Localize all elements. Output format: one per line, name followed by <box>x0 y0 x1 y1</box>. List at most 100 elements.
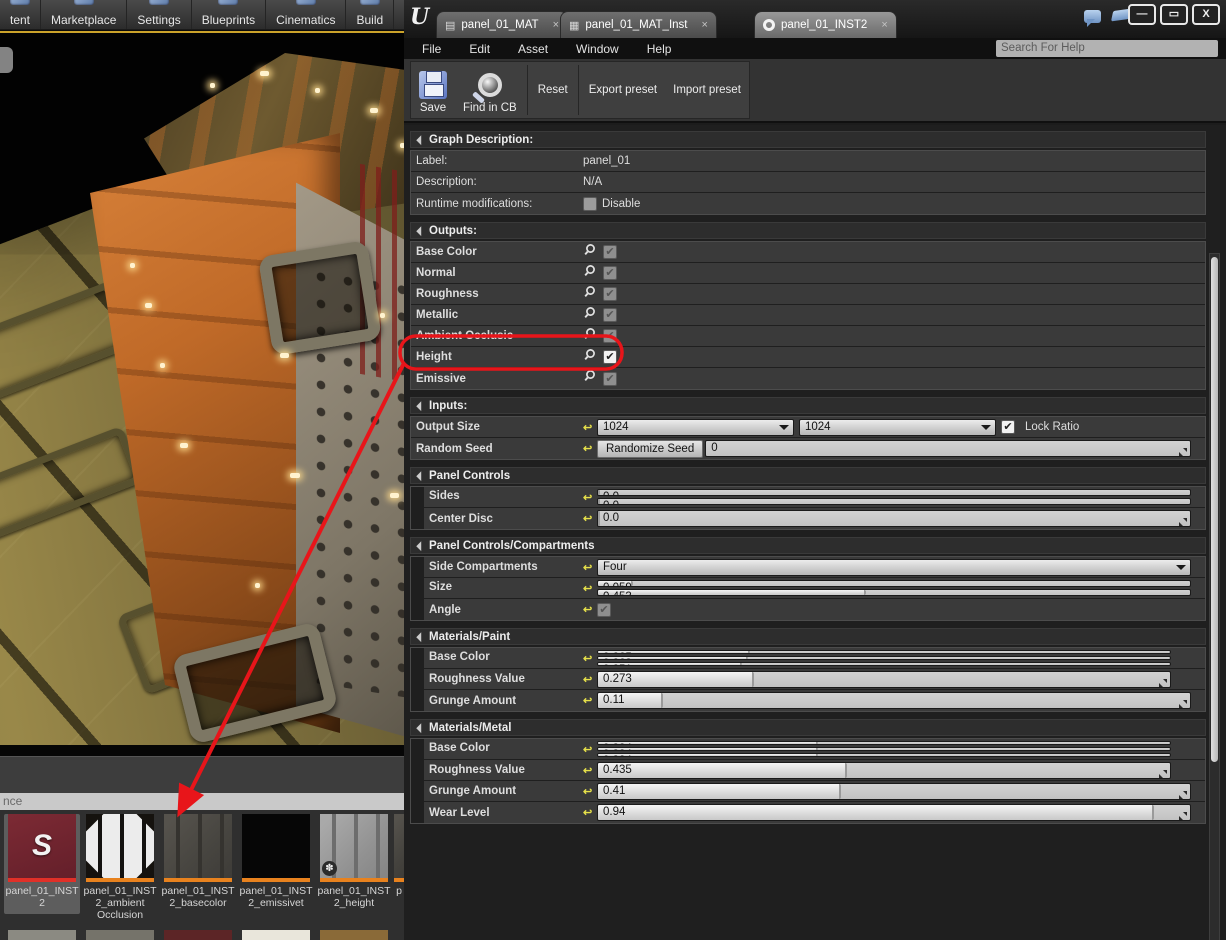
details-scrollbar[interactable] <box>1209 253 1220 940</box>
output-enabled-checkbox[interactable]: ✔ <box>603 329 617 343</box>
reset-to-default-icon[interactable]: ↩ <box>583 603 597 616</box>
scrollbar-thumb[interactable] <box>1211 257 1218 762</box>
reset-to-default-icon[interactable]: ↩ <box>583 582 597 595</box>
find-in-cb-button[interactable]: Find in CB <box>455 62 525 118</box>
viewport-side-tab[interactable] <box>0 47 13 73</box>
metal-basecolor-g-slider[interactable]: 0.384 <box>597 747 1171 751</box>
chevron-down-icon <box>779 425 789 435</box>
asset-tile-partial[interactable]: p <box>394 814 404 897</box>
maximize-button[interactable]: ▭ <box>1160 4 1188 25</box>
output-enabled-checkbox[interactable]: ✔ <box>603 245 617 259</box>
reset-to-default-icon[interactable]: ↩ <box>583 512 597 525</box>
section-header-outputs[interactable]: Outputs: <box>410 222 1206 239</box>
window-titlebar[interactable]: U ▤ panel_01_MAT × ▦ panel_01_MAT_Inst ×… <box>404 0 1226 38</box>
magnifier-icon[interactable] <box>583 327 599 346</box>
output-enabled-checkbox[interactable]: ✔ <box>603 287 617 301</box>
asset-tile-basecolor[interactable]: panel_01_INST 2_basecolor <box>160 814 236 909</box>
randomize-seed-button[interactable]: Randomize Seed <box>597 440 703 458</box>
menu-file[interactable]: File <box>422 42 441 56</box>
paint-grunge-slider[interactable]: 0.11 <box>597 692 1191 709</box>
toolbar-item-cinematics[interactable]: Cinematics <box>266 0 346 29</box>
section-header-inputs[interactable]: Inputs: <box>410 397 1206 414</box>
metal-wear-slider[interactable]: 0.94 <box>597 804 1191 821</box>
asset-tile-emissive[interactable]: panel_01_INST 2_emissivet <box>238 814 314 909</box>
angle-checkbox[interactable]: ✔ <box>597 603 611 617</box>
magnifier-icon[interactable] <box>583 285 599 304</box>
section-header-materials-metal[interactable]: Materials/Metal <box>410 719 1206 736</box>
toolbar-item-settings[interactable]: Settings <box>127 0 191 29</box>
magnifier-icon[interactable] <box>583 264 599 283</box>
menu-window[interactable]: Window <box>576 42 619 56</box>
sides-y-slider[interactable]: 0.0 <box>597 498 1191 505</box>
magnifier-icon[interactable] <box>583 243 599 262</box>
paint-basecolor-b-slider[interactable]: 0.251 <box>597 662 1171 666</box>
paint-roughness-slider[interactable]: 0.273 <box>597 671 1171 688</box>
reset-to-default-icon[interactable]: ↩ <box>583 491 597 504</box>
magnifier-icon[interactable] <box>583 306 599 325</box>
toolbar-item-build[interactable]: Build <box>346 0 394 29</box>
metal-roughness-slider[interactable]: 0.435 <box>597 762 1171 779</box>
tab-panel-01-mat[interactable]: ▤ panel_01_MAT × <box>436 11 568 38</box>
minimize-button[interactable]: — <box>1128 4 1156 25</box>
reset-to-default-icon[interactable]: ↩ <box>583 764 597 777</box>
toolbar-item-blueprints[interactable]: Blueprints <box>192 0 266 29</box>
menu-asset[interactable]: Asset <box>518 42 548 56</box>
paint-basecolor-g-slider[interactable]: 0.263 <box>597 656 1171 660</box>
reset-button[interactable]: Reset <box>530 62 576 118</box>
import-preset-button[interactable]: Import preset <box>665 62 749 118</box>
sides-x-slider[interactable]: 0.0 <box>597 489 1191 496</box>
output-enabled-checkbox[interactable]: ✔ <box>603 266 617 280</box>
toolbar-item-content[interactable]: tent <box>0 0 41 29</box>
output-enabled-checkbox[interactable]: ✔ <box>603 372 617 386</box>
section-header-compartments[interactable]: Panel Controls/Compartments <box>410 537 1206 554</box>
feedback-bubble-icon[interactable] <box>1084 10 1101 23</box>
tab-panel-01-inst2[interactable]: panel_01_INST2 × <box>754 11 897 38</box>
reset-to-default-icon[interactable]: ↩ <box>583 785 597 798</box>
reset-to-default-icon[interactable]: ↩ <box>583 442 597 455</box>
reset-to-default-icon[interactable]: ↩ <box>583 652 597 665</box>
reset-to-default-icon[interactable]: ↩ <box>583 743 597 756</box>
output-size-x-dropdown[interactable]: 1024 <box>597 419 794 436</box>
section-header-graph-description[interactable]: Graph Description: <box>410 131 1206 148</box>
content-browser-path-bar[interactable]: nce <box>0 793 404 810</box>
menu-edit[interactable]: Edit <box>469 42 490 56</box>
section-header-materials-paint[interactable]: Materials/Paint <box>410 628 1206 645</box>
asset-tile-instance[interactable]: S panel_01_INST 2 <box>4 814 80 914</box>
search-input[interactable]: Search For Help <box>996 40 1218 57</box>
metal-basecolor-b-slider[interactable]: 0.384 <box>597 753 1171 757</box>
reset-to-default-icon[interactable]: ↩ <box>583 806 597 819</box>
height-output-checkbox[interactable]: ✔ <box>603 350 617 364</box>
asset-tile-ambient-occlusion[interactable]: panel_01_INST 2_ambient Occlusion <box>82 814 158 921</box>
paint-basecolor-r-slider[interactable]: 0.265 <box>597 650 1171 654</box>
reset-to-default-icon[interactable]: ↩ <box>583 421 597 434</box>
reset-to-default-icon[interactable]: ↩ <box>583 561 597 574</box>
metal-basecolor-r-slider[interactable]: 0.384 <box>597 741 1171 745</box>
size-y-slider[interactable]: 0.453 <box>597 589 1191 596</box>
seed-value-field[interactable]: 0 <box>705 440 1191 457</box>
close-icon[interactable]: × <box>553 19 559 31</box>
export-preset-button[interactable]: Export preset <box>581 62 665 118</box>
close-button[interactable]: X <box>1192 4 1220 25</box>
reset-to-default-icon[interactable]: ↩ <box>583 694 597 707</box>
reset-to-default-icon[interactable]: ↩ <box>583 673 597 686</box>
side-compartments-dropdown[interactable]: Four <box>597 559 1191 576</box>
disable-checkbox[interactable] <box>583 197 597 211</box>
center-disc-slider[interactable]: 0.0 <box>597 510 1191 527</box>
menu-help[interactable]: Help <box>647 42 672 56</box>
magnifier-icon[interactable] <box>583 348 599 367</box>
close-icon[interactable]: × <box>881 19 887 31</box>
3d-viewport[interactable] <box>0 33 404 745</box>
metal-grunge-slider[interactable]: 0.41 <box>597 783 1191 800</box>
lock-ratio-checkbox[interactable]: ✔ <box>1001 420 1015 434</box>
close-icon[interactable]: × <box>701 19 707 31</box>
asset-tile-height[interactable]: ✽ panel_01_INST 2_height <box>316 814 392 909</box>
tab-panel-01-mat-inst[interactable]: ▦ panel_01_MAT_Inst × <box>560 11 717 38</box>
output-size-y-dropdown[interactable]: 1024 <box>799 419 996 436</box>
output-enabled-checkbox[interactable]: ✔ <box>603 308 617 322</box>
magnifier-icon[interactable] <box>583 369 599 388</box>
toolbar-item-marketplace[interactable]: Marketplace <box>41 0 127 29</box>
section-header-panel-controls[interactable]: Panel Controls <box>410 467 1206 484</box>
save-button[interactable]: Save <box>411 62 455 118</box>
drag-handle-icon <box>1178 514 1188 527</box>
size-x-slider[interactable]: 0.059 <box>597 580 1191 587</box>
